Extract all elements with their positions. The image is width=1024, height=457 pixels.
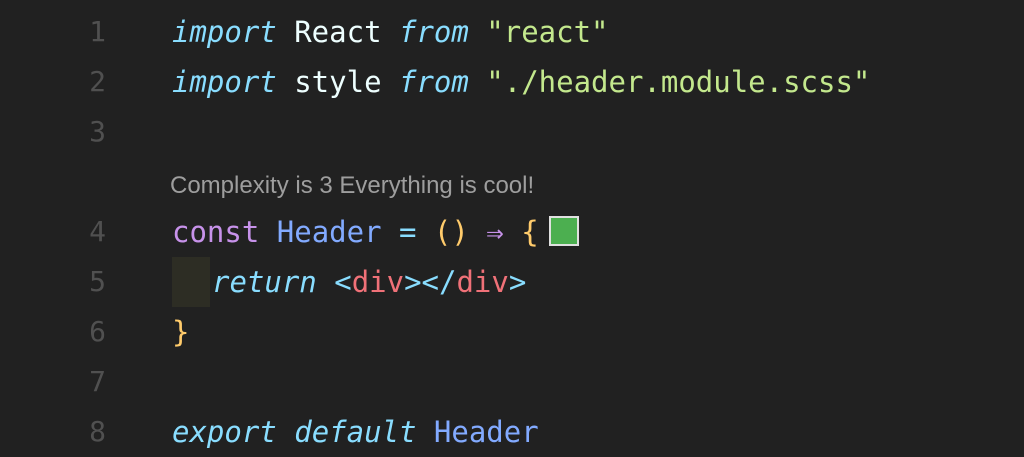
code-editor[interactable]: 1 import React from "react" 2 import sty… bbox=[0, 0, 1024, 456]
parentheses: () bbox=[433, 215, 469, 249]
operator: = bbox=[381, 215, 434, 249]
line-number: 2 bbox=[89, 65, 106, 98]
line-number: 6 bbox=[89, 315, 106, 348]
string-literal: "./header.module.scss" bbox=[468, 65, 871, 99]
code-line-7[interactable]: 7 bbox=[0, 357, 1024, 407]
code-line-6[interactable]: 6 } bbox=[0, 307, 1024, 357]
keyword-export: export bbox=[172, 415, 277, 449]
arrow-operator: ⇒ bbox=[468, 215, 522, 249]
string-literal: "react" bbox=[468, 15, 609, 49]
code-line-3[interactable]: 3 bbox=[0, 107, 1024, 157]
keyword-const: const bbox=[172, 215, 260, 249]
tag-name: div bbox=[351, 265, 405, 299]
keyword-return: return bbox=[212, 265, 317, 299]
code-text[interactable]: export default Header bbox=[172, 407, 539, 457]
code-text[interactable]: const Header = () ⇒ { bbox=[172, 207, 579, 257]
line-number: 1 bbox=[89, 15, 106, 48]
tag-bracket: > bbox=[508, 265, 527, 299]
line-number: 4 bbox=[89, 215, 106, 248]
code-text[interactable]: import React from "react" bbox=[172, 7, 609, 57]
keyword-default: default bbox=[294, 415, 417, 449]
keyword-import: import bbox=[172, 65, 277, 99]
tag-name: div bbox=[456, 265, 509, 299]
codelens-annotation[interactable]: Complexity is 3 Everything is cool! bbox=[170, 171, 534, 201]
identifier: Header bbox=[416, 415, 539, 449]
line-number: 8 bbox=[89, 415, 106, 448]
tag-bracket: < bbox=[316, 265, 352, 299]
keyword-from: from bbox=[398, 15, 469, 49]
code-line-4[interactable]: 4 const Header = () ⇒ { bbox=[0, 207, 1024, 257]
identifier: Header bbox=[259, 215, 382, 249]
brace: { bbox=[521, 215, 539, 249]
identifier: style bbox=[276, 65, 399, 99]
code-text[interactable]: import style from "./header.module.scss" bbox=[172, 57, 870, 107]
code-line-1[interactable]: 1 import React from "react" bbox=[0, 7, 1024, 57]
keyword-import: import bbox=[172, 15, 277, 49]
line-number: 3 bbox=[89, 115, 106, 148]
identifier: React bbox=[276, 15, 399, 49]
complexity-status-swatch bbox=[548, 216, 579, 246]
code-line-5[interactable]: 5 return <div></div> bbox=[0, 257, 1024, 307]
code-text[interactable]: return <div></div> bbox=[212, 257, 526, 307]
brace: } bbox=[172, 315, 190, 349]
line-number: 7 bbox=[89, 365, 106, 398]
line-number: 5 bbox=[89, 265, 106, 298]
code-line-8[interactable]: 8 export default Header bbox=[0, 407, 1024, 457]
code-text[interactable]: } bbox=[172, 307, 189, 357]
keyword-from: from bbox=[398, 65, 469, 99]
tag-bracket: ></ bbox=[404, 265, 457, 299]
code-line-2[interactable]: 2 import style from "./header.module.scs… bbox=[0, 57, 1024, 107]
